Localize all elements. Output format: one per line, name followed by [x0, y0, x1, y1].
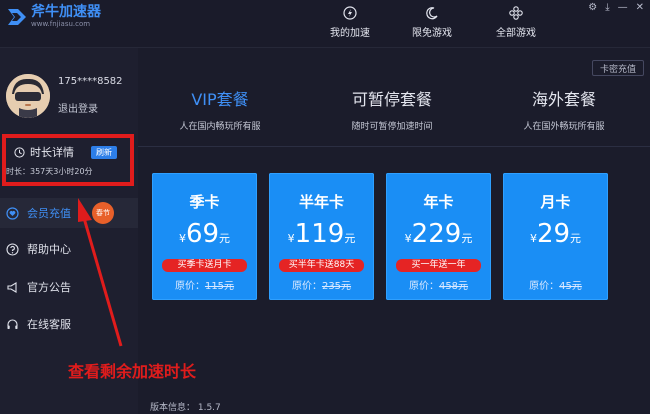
original-price: 原价：45元	[529, 281, 582, 292]
tab-title: 海外套餐	[531, 90, 596, 109]
card-code-recharge-button[interactable]: 卡密充值	[592, 60, 644, 76]
currency-symbol: ¥	[529, 232, 537, 245]
currency-symbol: ¥	[287, 232, 295, 245]
promo-badge: 买一年送一年	[396, 259, 481, 272]
price-value: 69	[185, 219, 220, 249]
tab-subtitle: 随时可暂停加速时间	[351, 122, 433, 132]
tab-overseas[interactable]: 海外套餐 人在国外畅玩所有服	[489, 86, 639, 132]
price-value: 29	[536, 219, 571, 249]
currency-symbol: ¥	[404, 232, 412, 245]
plan-price: ¥119元	[269, 219, 374, 249]
original-price: 原价：458元	[408, 281, 469, 292]
plan-card-halfyear[interactable]: 半年卡 ¥119元 买半年卡送88天 原价：235元	[269, 173, 374, 300]
plan-card-yearly[interactable]: 年卡 ¥229元 买一年送一年 原价：458元	[386, 173, 491, 300]
plan-price: ¥229元	[386, 219, 491, 249]
original-price: 原价：235元	[291, 281, 352, 292]
tab-vip[interactable]: VIP套餐 人在国内畅玩所有服	[145, 86, 295, 132]
tab-title: 可暂停套餐	[351, 90, 432, 109]
tab-divider	[138, 146, 650, 147]
currency-symbol: ¥	[178, 232, 186, 245]
plan-card-monthly[interactable]: 月卡 ¥29元 原价：45元	[503, 173, 608, 300]
annotation-text: 查看剩余加速时长	[68, 362, 197, 381]
tab-pausable[interactable]: 可暂停套餐 随时可暂停加速时间	[317, 86, 467, 132]
tab-title: VIP套餐	[191, 90, 249, 109]
version-info: 版本信息： 1.5.7	[150, 403, 221, 413]
plan-name: 季卡	[189, 193, 220, 211]
plan-name: 月卡	[540, 193, 571, 211]
promo-badge: 买半年卡送88天	[279, 259, 364, 272]
price-unit: 元	[219, 232, 231, 245]
price-unit: 元	[570, 232, 582, 245]
price-unit: 元	[344, 232, 356, 245]
tab-subtitle: 人在国内畅玩所有服	[179, 122, 261, 132]
price-value: 119	[294, 219, 345, 249]
plan-price: ¥29元	[503, 219, 608, 249]
price-unit: 元	[461, 232, 473, 245]
plan-name: 半年卡	[298, 193, 344, 211]
tab-subtitle: 人在国外畅玩所有服	[523, 122, 605, 132]
plan-price: ¥69元	[152, 219, 257, 249]
original-price: 原价：115元	[174, 281, 235, 292]
promo-badge: 买季卡送月卡	[162, 259, 247, 272]
plan-name: 年卡	[423, 193, 454, 211]
plan-card-quarterly[interactable]: 季卡 ¥69元 买季卡送月卡 原价：115元	[152, 173, 257, 300]
price-value: 229	[411, 219, 462, 249]
